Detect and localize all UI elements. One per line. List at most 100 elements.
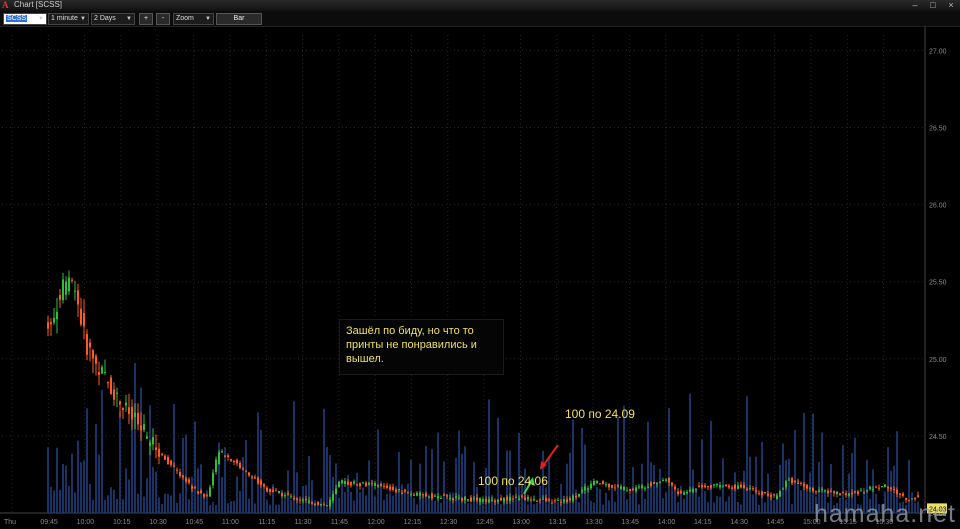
candle (671, 482, 673, 486)
volume-bar (668, 407, 670, 513)
volume-bar (482, 504, 484, 513)
candle (497, 499, 499, 502)
volume-bar (392, 495, 394, 513)
volume-bar (737, 501, 739, 513)
candle (647, 486, 649, 488)
volume-bar (674, 492, 676, 513)
volume-bar (467, 503, 469, 513)
volume-bar (119, 412, 121, 513)
candle (854, 491, 856, 493)
candle (878, 487, 880, 489)
volume-bar (296, 472, 298, 513)
candle (275, 490, 277, 492)
candle (686, 491, 688, 494)
price-chart[interactable]: 27.0026.5026.0025.5025.0024.5024.0024.03… (0, 27, 960, 527)
candle (680, 491, 682, 494)
candle (446, 495, 448, 497)
candle (896, 489, 898, 494)
candle (77, 290, 79, 305)
volume-bars (47, 363, 919, 513)
trade-note: Зашёл по биду, но что то принты не понра… (339, 319, 504, 375)
volume-bar (683, 498, 685, 513)
symbol-select[interactable]: SCSS ▼ (3, 13, 47, 25)
volume-bar (551, 503, 553, 513)
candle (788, 479, 790, 481)
x-tick-label: 10:45 (186, 519, 204, 526)
candle (500, 498, 502, 501)
candle (404, 489, 406, 492)
candle (401, 492, 403, 495)
candle (65, 281, 67, 295)
interval-select[interactable]: 1 minute ▼ (48, 13, 89, 25)
candle (737, 485, 739, 489)
candle (566, 499, 568, 503)
volume-bar (569, 452, 571, 513)
volume-bar (152, 467, 154, 513)
bar-type-button[interactable]: Bar (216, 13, 262, 25)
x-tick-label: 12:45 (476, 519, 494, 526)
volume-bar (779, 464, 781, 513)
candle (128, 407, 130, 415)
candle (776, 495, 778, 500)
candle (332, 494, 334, 501)
candle (341, 480, 343, 484)
candle (860, 490, 862, 492)
candle (104, 371, 106, 373)
zoom-in-button[interactable]: + (139, 13, 153, 25)
candle (488, 499, 490, 503)
candle (236, 459, 238, 464)
candle (740, 484, 742, 488)
maximize-icon[interactable]: □ (927, 0, 939, 10)
volume-bar (728, 496, 730, 513)
y-tick-label: 25.00 (929, 357, 947, 364)
volume-bar (323, 408, 325, 513)
candle (260, 480, 262, 485)
chart-grid (0, 27, 926, 514)
candle (605, 484, 607, 486)
candle (329, 499, 331, 507)
x-tick-label: 13:30 (585, 519, 603, 526)
volume-bar (602, 504, 604, 513)
candle (371, 483, 373, 485)
candle (614, 487, 616, 489)
volume-bar (440, 502, 442, 513)
zoom-select[interactable]: Zoom ▼ (173, 13, 214, 25)
volume-bar (812, 413, 814, 513)
candle (68, 277, 70, 292)
window-title: Chart [SCSS] (14, 0, 63, 9)
volume-bar (536, 502, 538, 513)
volume-bar (311, 480, 313, 513)
volume-bar (299, 504, 301, 513)
candle (743, 485, 745, 489)
volume-bar (515, 487, 517, 513)
volume-bar (314, 500, 316, 513)
candle (113, 389, 115, 400)
volume-bar (752, 494, 754, 513)
candle (791, 478, 793, 484)
candle (365, 482, 367, 487)
candle (872, 489, 874, 491)
window-controls: – □ × (909, 0, 957, 10)
range-select[interactable]: 2 Days ▼ (91, 13, 135, 25)
candle (389, 486, 391, 490)
candle (644, 487, 646, 489)
candle (689, 489, 691, 492)
candle (494, 500, 496, 503)
volume-bar (557, 502, 559, 513)
candle (50, 322, 52, 325)
candle (425, 493, 427, 497)
candle (779, 491, 781, 497)
volume-bar (239, 490, 241, 513)
volume-bar (107, 495, 109, 513)
volume-bar (359, 492, 361, 513)
close-icon[interactable]: × (945, 0, 957, 10)
zoom-out-button[interactable]: - (156, 13, 170, 25)
volume-bar (374, 496, 376, 513)
minimize-icon[interactable]: – (909, 0, 921, 10)
volume-bar (647, 421, 649, 513)
volume-bar (398, 451, 400, 513)
candle (650, 482, 652, 487)
candle (635, 487, 637, 492)
candle (710, 485, 712, 488)
candle (506, 496, 508, 501)
